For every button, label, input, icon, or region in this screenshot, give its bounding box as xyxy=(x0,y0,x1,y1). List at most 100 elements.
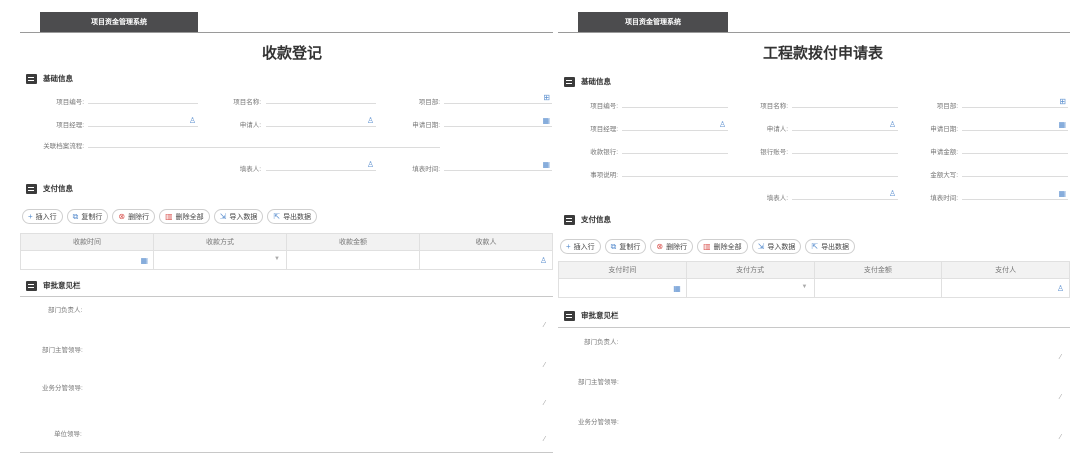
resize-grip-icon[interactable]: ⁄ xyxy=(544,436,545,443)
label-project-dept: 项目部: xyxy=(418,99,440,106)
bottom-divider xyxy=(20,452,553,453)
column-header: 收款金额 xyxy=(286,233,420,251)
resize-grip-icon[interactable]: ⁄ xyxy=(1060,434,1061,441)
resize-grip-icon[interactable]: ⁄ xyxy=(1060,394,1061,401)
apply-date-input[interactable]: ▦ xyxy=(444,115,552,127)
calendar-icon[interactable]: ▦ xyxy=(140,256,148,265)
calendar-icon[interactable]: ▦ xyxy=(542,116,550,125)
receive-bank-input[interactable] xyxy=(622,142,728,154)
copy-icon: ⧉ xyxy=(610,241,617,251)
calendar-icon[interactable]: ▦ xyxy=(1058,189,1066,198)
import-data-label: 导入数据 xyxy=(767,243,796,251)
opinion-label: 部门负责人: xyxy=(48,307,83,314)
column-header: 支付金额 xyxy=(813,261,943,279)
insert-row-label: 插入行 xyxy=(35,213,57,221)
matter-input[interactable] xyxy=(622,165,898,177)
import-data-button[interactable]: ⇲ 导入数据 xyxy=(213,209,264,224)
project-dept-input[interactable]: ⊞ xyxy=(444,92,552,104)
project-name-input[interactable] xyxy=(792,96,898,108)
fill-time-input[interactable]: ▦ xyxy=(962,188,1068,200)
delete-row-button[interactable]: ⊗ 删除行 xyxy=(112,209,156,224)
insert-row-label: 插入行 xyxy=(573,243,595,251)
delete-all-button[interactable]: ▥ 删除全部 xyxy=(697,239,748,254)
insert-row-button[interactable]: + 插入行 xyxy=(560,239,601,254)
applicant-input[interactable]: ♙ xyxy=(792,119,898,131)
delete-all-label: 删除全部 xyxy=(175,213,204,221)
method-cell[interactable]: ▼ xyxy=(685,278,815,298)
system-tab[interactable]: 项目资金管理系统 xyxy=(40,12,198,32)
payee-cell[interactable]: ♙ xyxy=(419,250,553,270)
column-header: 支付人 xyxy=(941,261,1070,279)
chevron-down-icon[interactable]: ▼ xyxy=(802,284,808,290)
project-dept-input[interactable]: ⊞ xyxy=(962,96,1068,108)
payer-cell[interactable]: ♙ xyxy=(941,278,1070,298)
bank-account-input[interactable] xyxy=(792,142,898,154)
project-manager-input[interactable]: ♙ xyxy=(88,115,198,127)
amount-cell[interactable] xyxy=(286,250,420,270)
calendar-icon[interactable]: ▦ xyxy=(542,160,550,169)
copy-row-button[interactable]: ⧉ 复制行 xyxy=(66,209,109,224)
trash-icon: ⊗ xyxy=(118,212,126,221)
amount-cell[interactable] xyxy=(813,278,943,298)
section-divider xyxy=(558,327,1070,328)
calendar-icon[interactable]: ▦ xyxy=(673,284,681,293)
org-picker-icon[interactable]: ⊞ xyxy=(543,93,550,102)
user-icon[interactable]: ♙ xyxy=(719,120,726,129)
apply-date-input[interactable]: ▦ xyxy=(962,119,1068,131)
user-icon[interactable]: ♙ xyxy=(367,116,374,125)
label-matter: 事项说明: xyxy=(590,172,618,179)
label-applicant: 申请人: xyxy=(766,126,788,133)
table-header-row: 支付时间 支付方式 支付金额 支付人 xyxy=(558,261,1070,279)
chevron-down-icon[interactable]: ▼ xyxy=(274,256,280,262)
time-cell[interactable]: ▦ xyxy=(20,250,154,270)
resize-grip-icon[interactable]: ⁄ xyxy=(1060,354,1061,361)
import-data-button[interactable]: ⇲ 导入数据 xyxy=(751,239,802,254)
project-manager-input[interactable]: ♙ xyxy=(622,119,728,131)
user-icon[interactable]: ♙ xyxy=(189,116,196,125)
user-icon[interactable]: ♙ xyxy=(367,160,374,169)
user-icon[interactable]: ♙ xyxy=(1057,284,1064,293)
user-icon[interactable]: ♙ xyxy=(540,256,547,265)
label-bank-account: 银行账号: xyxy=(760,149,788,156)
method-cell[interactable]: ▼ xyxy=(153,250,287,270)
resize-grip-icon[interactable]: ⁄ xyxy=(544,400,545,407)
delete-row-label: 删除行 xyxy=(666,243,688,251)
filler-input[interactable]: ♙ xyxy=(266,159,376,171)
delete-all-button[interactable]: ▥ 删除全部 xyxy=(159,209,210,224)
system-tab[interactable]: 项目资金管理系统 xyxy=(578,12,728,32)
label-filler: 填表人: xyxy=(766,195,788,202)
calendar-icon[interactable]: ▦ xyxy=(1058,120,1066,129)
time-cell[interactable]: ▦ xyxy=(558,278,687,298)
apply-amount-input[interactable] xyxy=(962,142,1068,154)
org-picker-icon[interactable]: ⊞ xyxy=(1059,97,1066,106)
export-data-button[interactable]: ⇱ 导出数据 xyxy=(805,239,856,254)
project-no-input[interactable] xyxy=(88,92,198,104)
label-project-no: 项目编号: xyxy=(590,103,618,110)
insert-row-button[interactable]: + 插入行 xyxy=(22,209,63,224)
export-icon: ⇱ xyxy=(273,212,281,221)
delete-row-button[interactable]: ⊗ 删除行 xyxy=(650,239,694,254)
trash-icon: ⊗ xyxy=(656,242,664,251)
opinion-label: 业务分管领导: xyxy=(578,419,619,426)
table-row: ▦ ▼ ♙ xyxy=(20,250,553,270)
export-data-button[interactable]: ⇱ 导出数据 xyxy=(267,209,318,224)
resize-grip-icon[interactable]: ⁄ xyxy=(544,322,545,329)
header-divider xyxy=(20,32,553,33)
opinion-label: 部门主管领导: xyxy=(42,347,83,354)
label-project-name: 项目名称: xyxy=(233,99,261,106)
import-data-label: 导入数据 xyxy=(229,213,258,221)
opinion-label: 业务分管领导: xyxy=(42,385,83,392)
payment-table: 收款时间 收款方式 收款金额 收款人 ▦ ▼ ♙ xyxy=(20,233,553,270)
column-header: 收款方式 xyxy=(153,233,287,251)
applicant-input[interactable]: ♙ xyxy=(266,115,376,127)
user-icon[interactable]: ♙ xyxy=(889,189,896,198)
project-no-input[interactable] xyxy=(622,96,728,108)
user-icon[interactable]: ♙ xyxy=(889,120,896,129)
resize-grip-icon[interactable]: ⁄ xyxy=(544,362,545,369)
project-name-input[interactable] xyxy=(266,92,376,104)
related-flow-input[interactable] xyxy=(88,136,440,148)
amount-upper-input[interactable] xyxy=(962,165,1068,177)
fill-time-input[interactable]: ▦ xyxy=(444,159,552,171)
filler-input[interactable]: ♙ xyxy=(792,188,898,200)
copy-row-button[interactable]: ⧉ 复制行 xyxy=(604,239,647,254)
